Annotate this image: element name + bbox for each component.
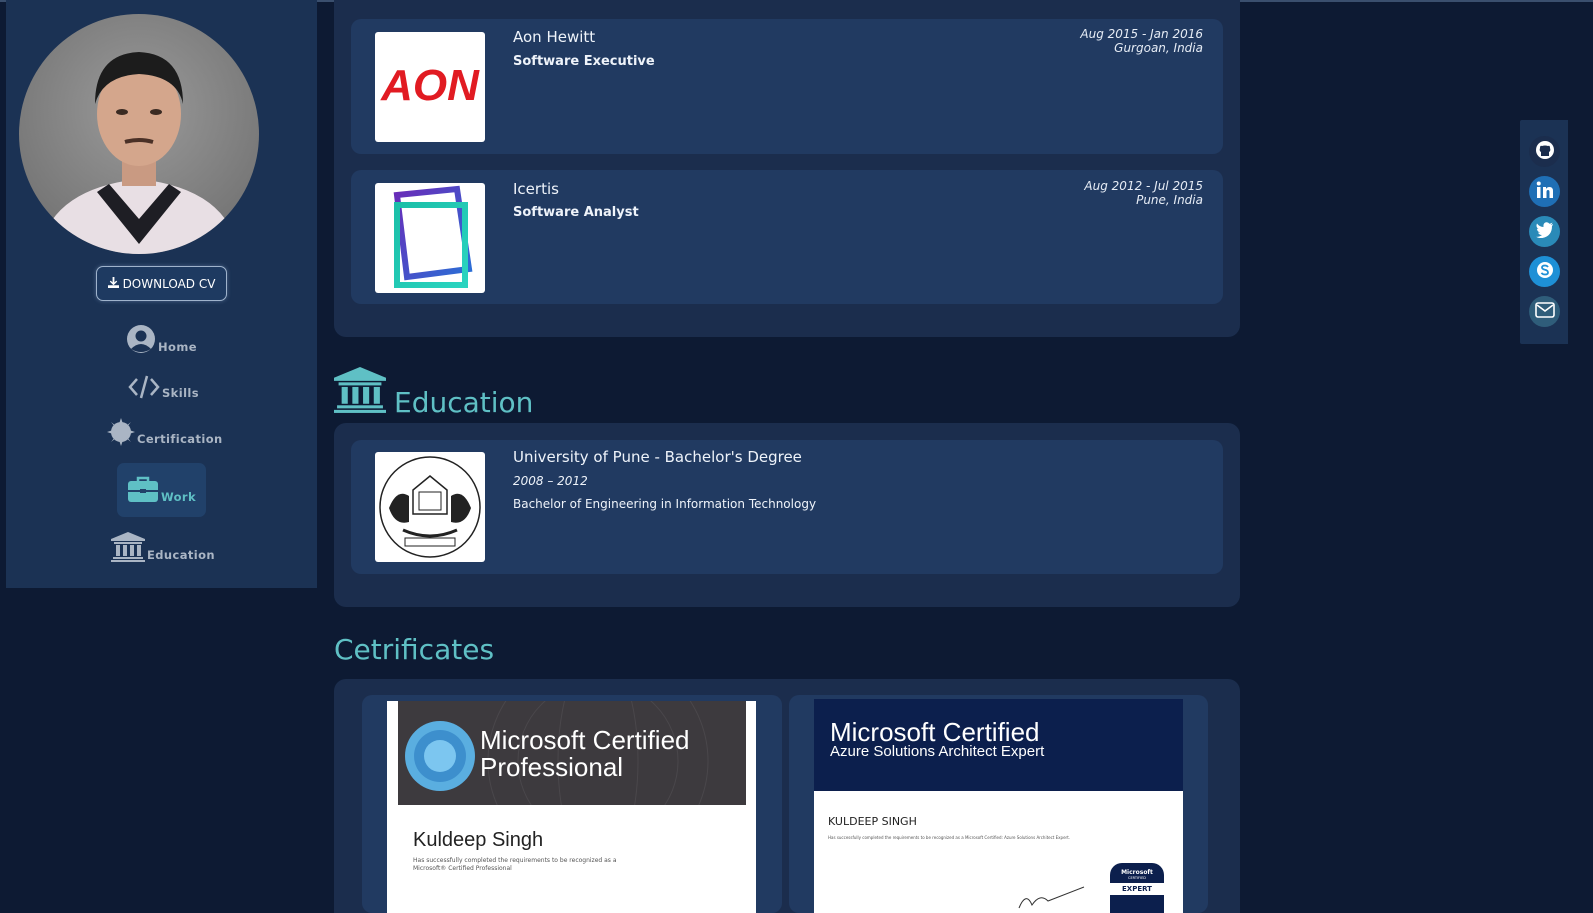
skype-icon <box>1535 260 1555 284</box>
nav-item-certification[interactable]: Certification <box>107 418 223 446</box>
certificate-recipient: KULDEEP SINGH <box>828 815 917 828</box>
twitter-link[interactable] <box>1529 216 1560 247</box>
github-icon <box>1535 140 1555 164</box>
nav-item-home[interactable]: Home <box>126 324 197 354</box>
certificate-title-line1: Microsoft Certified <box>830 717 1040 747</box>
certificate-recipient: Kuldeep Singh <box>413 829 544 851</box>
education-heading: Education <box>334 366 533 421</box>
twitter-icon <box>1535 221 1554 242</box>
nav-label: Education <box>147 548 215 562</box>
svg-text:AON: AON <box>380 61 480 110</box>
certificate-title-line2: Azure Solutions Architect Expert <box>830 743 1045 760</box>
job-location: Gurgoan, India <box>1114 41 1203 55</box>
certificate-title-line2: Professional <box>480 752 624 782</box>
university-icon <box>111 532 145 562</box>
section-title: Cetrificates <box>334 633 495 666</box>
badge-brand: Microsoft <box>1121 869 1153 876</box>
expert-badge: Microsoft CERTIFIED EXPERT <box>1108 863 1166 913</box>
sidebar: DOWNLOAD CV Home Skills Certification Wo… <box>6 0 317 588</box>
linkedin-link[interactable] <box>1529 176 1560 207</box>
signature <box>1018 886 1085 909</box>
linkedin-icon <box>1536 181 1554 203</box>
company-logo-aon: AON <box>375 32 485 142</box>
certificate-text: Has successfully completed the requireme… <box>828 835 1071 840</box>
download-cv-button[interactable]: DOWNLOAD CV <box>96 266 227 301</box>
social-bar <box>1520 120 1568 344</box>
certificate-title-line1: Microsoft Certified <box>480 725 690 755</box>
company-name: Aon Hewitt <box>513 28 596 46</box>
job-role: Software Analyst <box>513 205 639 220</box>
certificate-banner: Microsoft Certified Professional <box>398 701 746 805</box>
university-icon <box>334 366 386 421</box>
badge-sub: CERTIFIED <box>1128 876 1146 880</box>
section-title: Education <box>394 386 534 419</box>
nav-item-education[interactable]: Education <box>111 532 215 562</box>
user-circle-icon <box>126 324 156 354</box>
education-years: 2008 – 2012 <box>513 474 588 488</box>
email-link[interactable] <box>1529 296 1560 327</box>
nav-item-work[interactable]: Work <box>117 463 206 517</box>
job-dates: Aug 2015 - Jan 2016 <box>1080 27 1203 41</box>
download-cv-label: DOWNLOAD CV <box>122 276 216 291</box>
certificate-banner: Microsoft Certified Azure Solutions Arch… <box>814 699 1183 791</box>
envelope-icon <box>1534 301 1555 322</box>
certificate-text: Has successfully completed the requireme… <box>413 857 617 872</box>
code-icon <box>128 374 160 400</box>
job-meta: Aug 2012 - Jul 2015 Pune, India <box>1084 179 1203 207</box>
certificate-icon <box>107 418 135 446</box>
company-name: Icertis <box>513 180 559 198</box>
certificate-image-mcp: Microsoft Certified Professional Kuldeep… <box>387 701 756 913</box>
github-link[interactable] <box>1529 136 1560 167</box>
education-title: University of Pune - Bachelor's Degree <box>513 448 802 466</box>
company-logo-icertis <box>375 183 485 293</box>
job-location: Pune, India <box>1136 193 1203 207</box>
nav-label: Skills <box>162 386 200 400</box>
job-role: Software Executive <box>513 54 655 69</box>
nav-label: Work <box>160 490 197 504</box>
certificate-image-azure: Microsoft Certified Azure Solutions Arch… <box>814 699 1183 913</box>
nav-label: Home <box>158 340 197 354</box>
certificates-heading: Cetrificates <box>334 632 494 668</box>
avatar <box>19 14 259 254</box>
nav-item-skills[interactable]: Skills <box>128 374 199 400</box>
education-description: Bachelor of Engineering in Information T… <box>513 497 817 511</box>
university-logo <box>375 452 485 562</box>
skype-link[interactable] <box>1529 256 1560 287</box>
job-meta: Aug 2015 - Jan 2016 Gurgoan, India <box>1080 27 1203 55</box>
badge-level: EXPERT <box>1108 883 1166 895</box>
briefcase-icon <box>127 476 159 504</box>
download-icon <box>107 276 119 291</box>
nav-label: Certification <box>137 432 223 446</box>
job-dates: Aug 2012 - Jul 2015 <box>1084 179 1203 193</box>
